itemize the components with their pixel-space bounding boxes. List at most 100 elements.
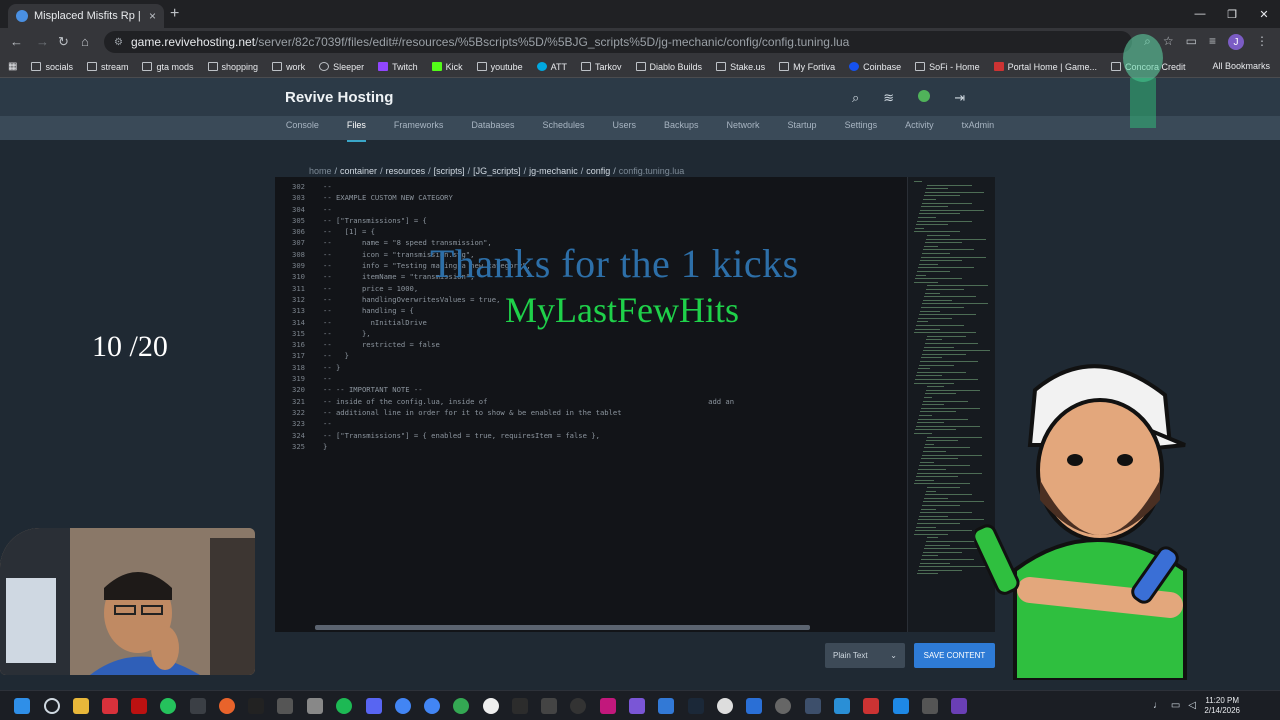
logout-icon[interactable]: ⇥ — [954, 90, 965, 106]
app-icon[interactable] — [863, 698, 879, 714]
code-line[interactable]: 324 -- ["Transmissions"] = { enabled = tr… — [281, 430, 901, 441]
breadcrumb-link[interactable]: jg-mechanic — [529, 166, 578, 176]
app-icon[interactable] — [131, 698, 147, 714]
tab-files[interactable]: Files — [333, 116, 380, 142]
bookmark-item[interactable]: youtube — [476, 62, 523, 72]
taskbar-clock[interactable]: 11:20 PM 2/14/2026 — [1204, 696, 1240, 716]
account-icon[interactable] — [918, 90, 931, 102]
code-line[interactable]: 319 -- — [281, 373, 901, 384]
discord-icon[interactable] — [366, 698, 382, 714]
layers-icon[interactable]: ≋ — [883, 90, 894, 106]
breadcrumb-link[interactable]: [scripts] — [434, 166, 465, 176]
tab-databases[interactable]: Databases — [457, 116, 528, 140]
breadcrumb-link[interactable]: [JG_scripts] — [473, 166, 521, 176]
app-icon[interactable] — [190, 698, 206, 714]
steam-icon[interactable] — [688, 698, 704, 714]
bookmark-item[interactable]: Sleeper — [319, 62, 364, 72]
search-icon[interactable] — [44, 698, 60, 714]
bookmark-item[interactable]: Twitch — [378, 62, 418, 72]
search-icon[interactable]: ⌕ — [852, 90, 859, 106]
app-icon[interactable] — [277, 698, 293, 714]
app-icon[interactable] — [160, 698, 176, 714]
home-icon[interactable]: ⌂ — [81, 34, 89, 49]
code-line[interactable]: 306 -- [1] = { — [281, 226, 901, 237]
breadcrumb-link[interactable]: config — [586, 166, 610, 176]
browser-tab[interactable]: Misplaced Misfits Rp | File Man × — [8, 4, 164, 28]
bookmark-item[interactable]: work — [272, 62, 305, 72]
code-line[interactable]: 302 -- — [281, 181, 901, 192]
app-icon[interactable] — [541, 698, 557, 714]
code-line[interactable]: 304 -- — [281, 204, 901, 215]
start-icon[interactable] — [14, 698, 30, 714]
breadcrumb-link[interactable]: resources — [386, 166, 426, 176]
all-bookmarks-link[interactable]: All Bookmarks — [1212, 61, 1270, 71]
epic-games-icon[interactable] — [512, 698, 528, 714]
app-icon[interactable] — [102, 698, 118, 714]
breadcrumb-link[interactable]: container — [340, 166, 377, 176]
app-icon[interactable] — [600, 698, 616, 714]
media-controls-icon[interactable]: ≡ — [1209, 34, 1216, 50]
chrome-icon[interactable] — [395, 698, 411, 714]
app-icon[interactable] — [658, 698, 674, 714]
mic-icon[interactable]: ♩ — [1153, 700, 1163, 711]
volume-icon[interactable]: ◁ — [1188, 700, 1196, 711]
tab-schedules[interactable]: Schedules — [528, 116, 598, 140]
code-line[interactable]: 316 -- restricted = false — [281, 339, 901, 350]
code-line[interactable]: 323 -- — [281, 418, 901, 429]
horizontal-scrollbar[interactable] — [315, 625, 810, 630]
tab-txadmin[interactable]: txAdmin — [948, 116, 1009, 140]
app-icon[interactable] — [629, 698, 645, 714]
bookmark-item[interactable]: SoFi - Home — [915, 62, 980, 72]
file-explorer-icon[interactable] — [73, 698, 89, 714]
spotify-icon[interactable] — [336, 698, 352, 714]
bookmark-item[interactable]: Coinbase — [849, 62, 901, 72]
vscode-icon[interactable] — [893, 698, 909, 714]
tab-frameworks[interactable]: Frameworks — [380, 116, 458, 140]
app-icon[interactable] — [805, 698, 821, 714]
app-icon[interactable] — [951, 698, 967, 714]
bookmark-item[interactable]: Tarkov — [581, 62, 622, 72]
site-info-icon[interactable]: ⚙ — [114, 37, 123, 48]
network-icon[interactable]: ▭ — [1171, 700, 1180, 711]
cast-icon[interactable]: ▭ — [1186, 34, 1197, 50]
brand-title[interactable]: Revive Hosting — [285, 89, 393, 106]
bookmark-item[interactable]: ATT — [536, 62, 567, 72]
bookmark-item[interactable]: Portal Home | Game... — [993, 62, 1097, 72]
bookmark-item[interactable]: Stake.us — [716, 62, 765, 72]
back-icon[interactable]: ← — [10, 34, 23, 49]
tab-settings[interactable]: Settings — [831, 116, 892, 140]
app-icon[interactable] — [219, 698, 235, 714]
breadcrumb-link[interactable]: home — [309, 166, 332, 176]
app-icon[interactable] — [717, 698, 733, 714]
tab-backups[interactable]: Backups — [650, 116, 713, 140]
code-line[interactable]: 318 -- } — [281, 362, 901, 373]
code-line[interactable]: 320 -- -- IMPORTANT NOTE -- — [281, 384, 901, 395]
bookmark-item[interactable]: Kick — [431, 62, 463, 72]
tab-users[interactable]: Users — [598, 116, 650, 140]
minimize-icon[interactable]: — — [1184, 0, 1216, 28]
bookmark-item[interactable]: My Fortiva — [779, 62, 835, 72]
close-tab-icon[interactable]: × — [149, 9, 156, 23]
bookmark-item[interactable]: Diablo Builds — [635, 62, 702, 72]
app-icon[interactable] — [746, 698, 762, 714]
browser-menu-icon[interactable]: ⋮ — [1256, 34, 1268, 50]
app-icon[interactable] — [570, 698, 586, 714]
code-line[interactable]: 321 -- inside of the config.lua, inside o… — [281, 396, 901, 407]
code-line[interactable]: 325} — [281, 441, 901, 452]
maximize-icon[interactable]: ❐ — [1216, 0, 1248, 28]
bookmark-item[interactable]: stream — [86, 62, 128, 72]
tab-network[interactable]: Network — [713, 116, 774, 140]
chrome-icon[interactable] — [453, 698, 469, 714]
apps-grid-icon[interactable]: ▦ — [8, 61, 17, 72]
url-input[interactable]: ⚙ game.revivehosting.net/server/82c7039f… — [104, 31, 1132, 53]
bookmark-item[interactable]: shopping — [207, 62, 258, 72]
tab-console[interactable]: Console — [272, 116, 333, 140]
app-icon[interactable] — [775, 698, 791, 714]
code-line[interactable]: 305 -- ["Transmissions"] = { — [281, 215, 901, 226]
app-icon[interactable] — [483, 698, 499, 714]
bookmark-item[interactable]: socials — [31, 62, 73, 72]
chrome-icon[interactable] — [424, 698, 440, 714]
tab-startup[interactable]: Startup — [774, 116, 831, 140]
syntax-mode-select[interactable]: Plain Text ⌄ — [825, 643, 905, 668]
new-tab-button[interactable]: + — [170, 5, 179, 23]
